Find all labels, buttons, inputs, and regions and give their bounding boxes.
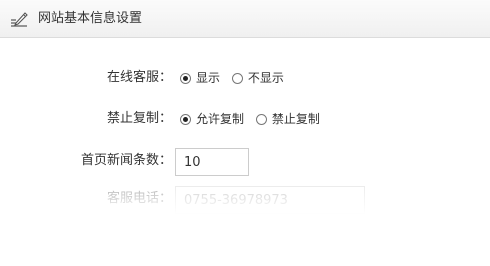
allow-copy-label: 允许复制: [196, 112, 245, 126]
copy-protection-row: 禁止复制： 允许复制 禁止复制: [0, 104, 490, 134]
service-phone-input[interactable]: [175, 186, 365, 214]
online-service-hide-label: 不显示: [247, 71, 284, 85]
allow-copy-radio[interactable]: [180, 114, 191, 125]
news-count-input[interactable]: [175, 148, 249, 176]
news-count-row: 首页新闻条数：: [0, 146, 490, 176]
service-phone-label: 客服电话：: [106, 191, 172, 206]
online-service-label: 在线客服：: [106, 70, 172, 85]
copy-protection-label: 禁止复制：: [106, 111, 172, 126]
forbid-copy-option[interactable]: 禁止复制: [255, 110, 320, 128]
news-count-label: 首页新闻条数：: [80, 153, 172, 168]
edit-icon: [10, 11, 28, 27]
forbid-copy-label: 禁止复制: [271, 112, 320, 126]
online-service-show-label: 显示: [196, 71, 221, 85]
settings-form: 在线客服： 显示 不显示 禁止复制： 允许复制 禁止复制 首页新闻条数： 客服电…: [0, 39, 490, 266]
service-phone-row: 客服电话：: [0, 184, 490, 214]
online-service-show-option[interactable]: 显示: [180, 69, 220, 87]
online-service-options: 显示 不显示: [180, 69, 292, 87]
page-title: 网站基本信息设置: [38, 11, 143, 26]
allow-copy-option[interactable]: 允许复制: [180, 110, 244, 128]
online-service-hide-radio[interactable]: [231, 73, 243, 84]
online-service-row: 在线客服： 显示 不显示: [0, 63, 490, 93]
online-service-hide-option[interactable]: 不显示: [231, 69, 284, 87]
forbid-copy-radio[interactable]: [255, 114, 267, 125]
panel-header: 网站基本信息设置: [0, 0, 490, 38]
copy-protection-options: 允许复制 禁止复制: [180, 110, 328, 128]
online-service-show-radio[interactable]: [180, 73, 191, 84]
